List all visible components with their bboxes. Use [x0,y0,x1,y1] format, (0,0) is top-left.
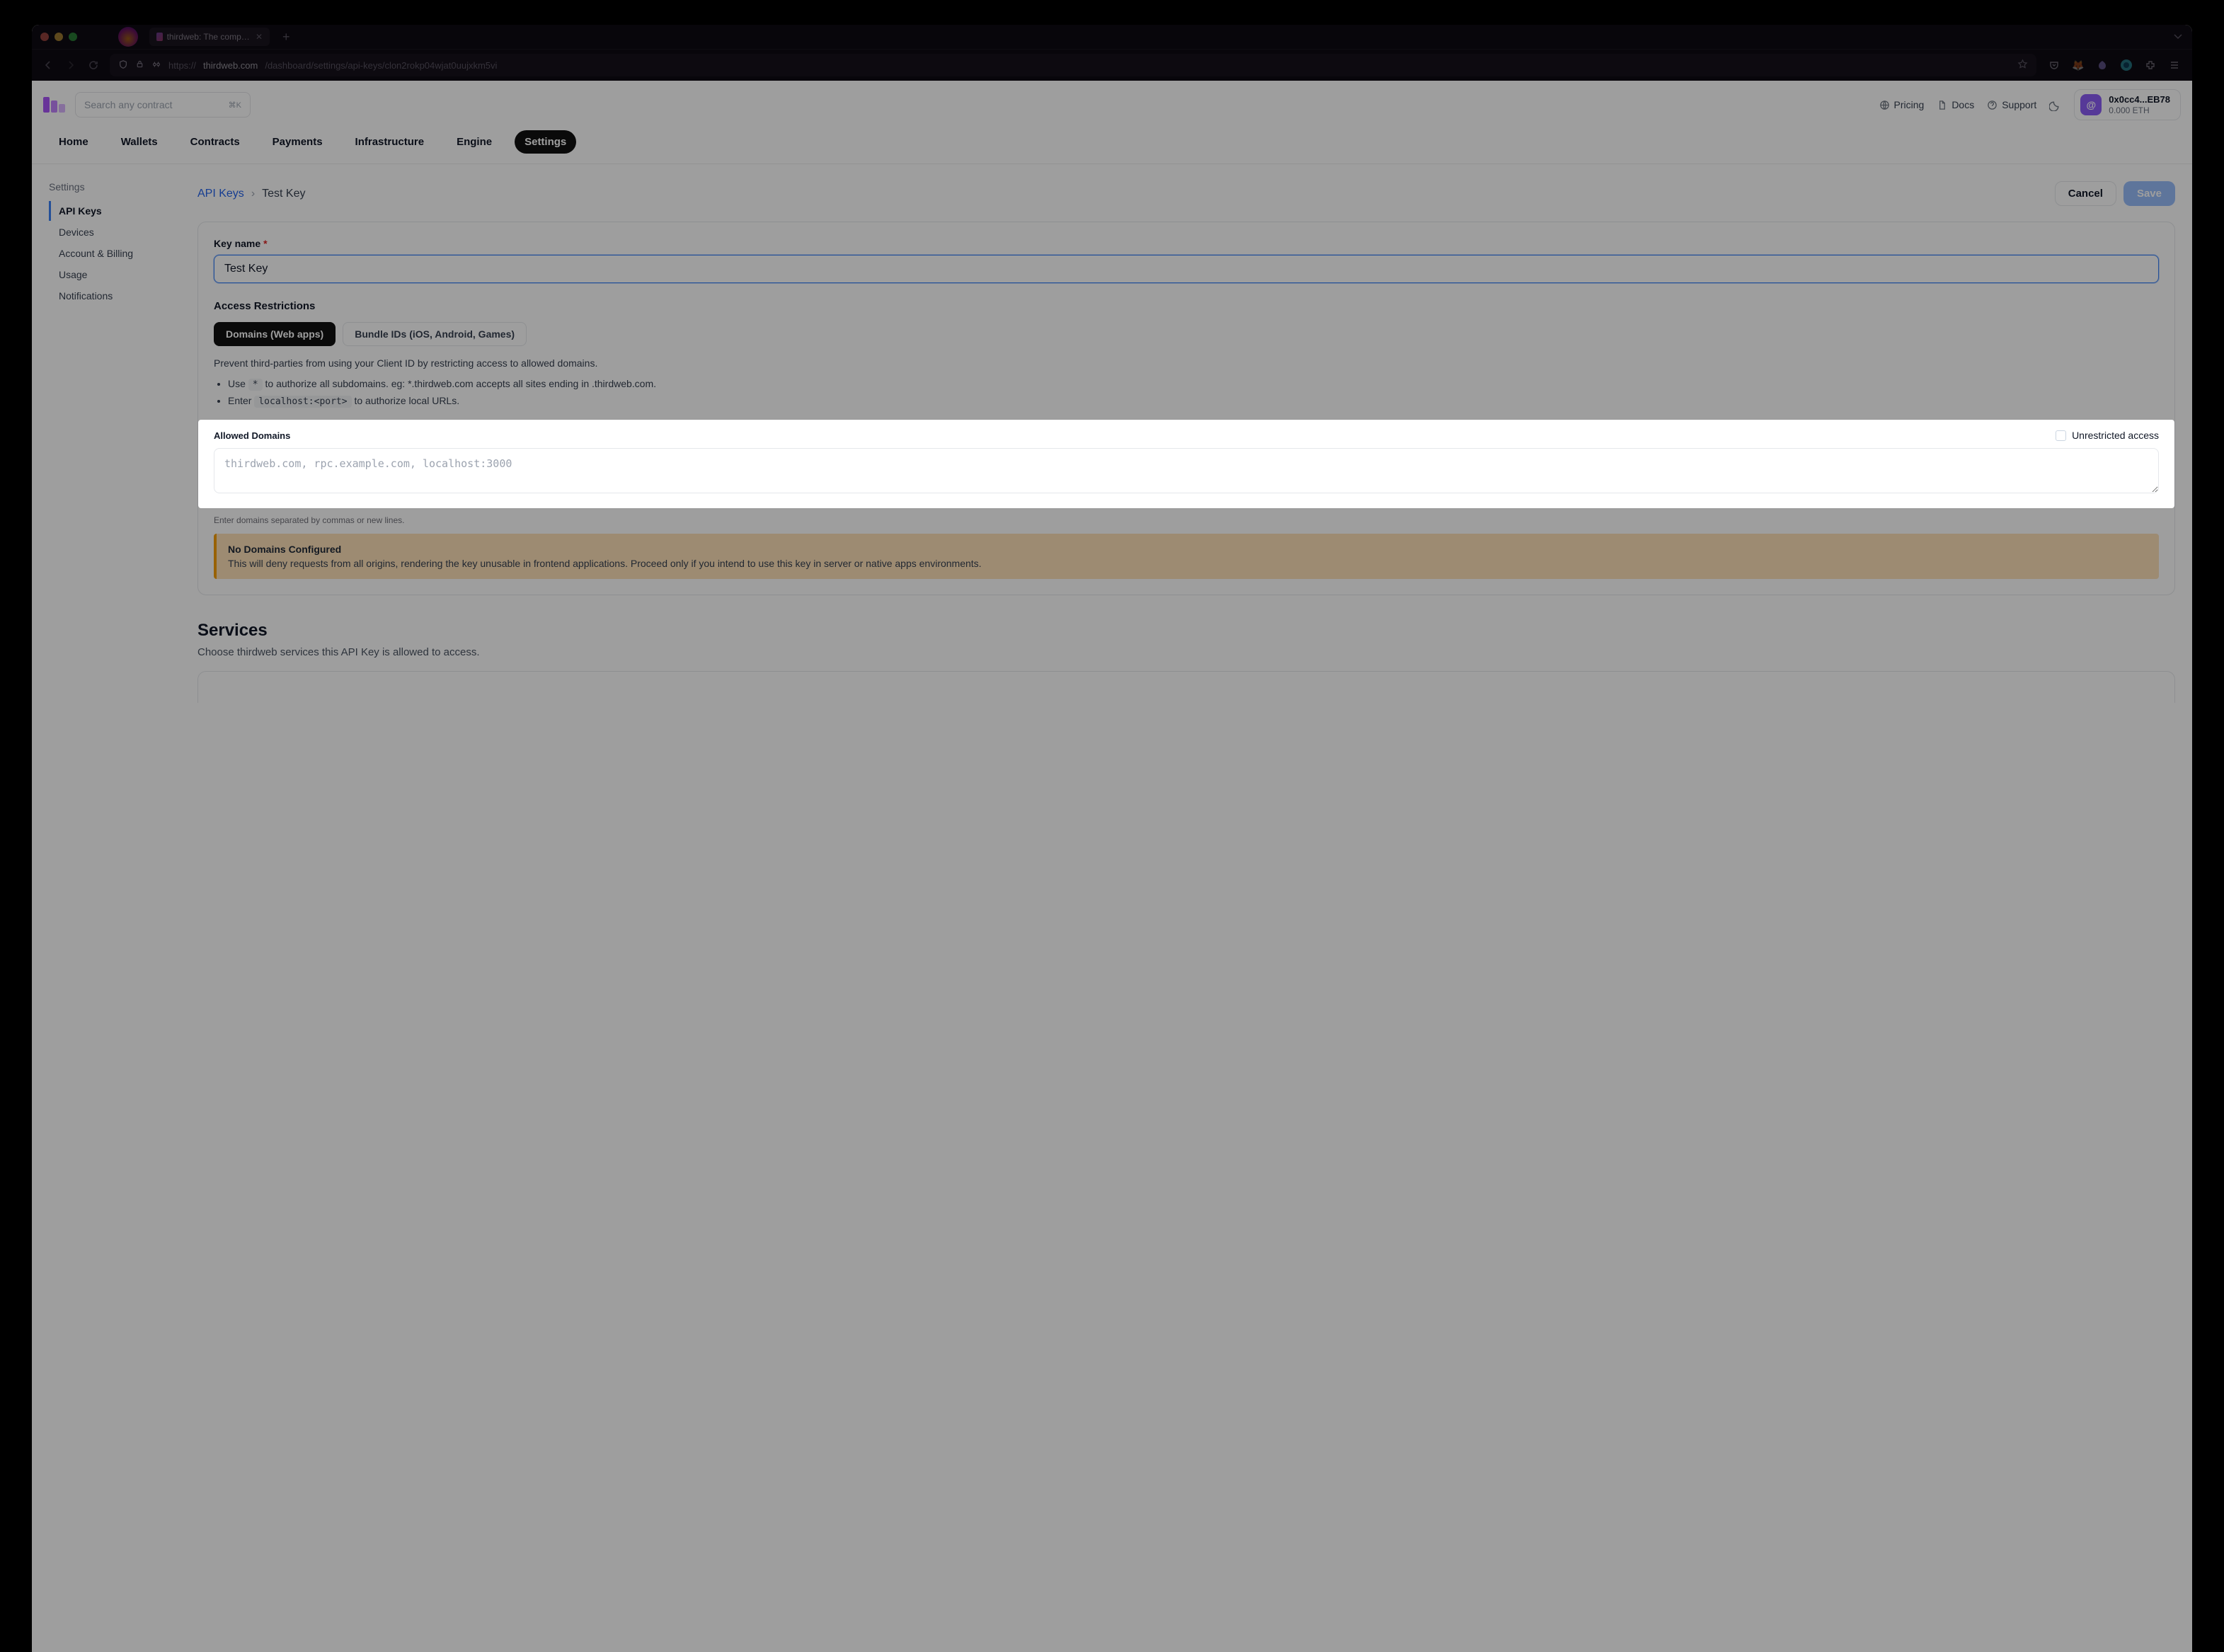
sidebar-item-notifications[interactable]: Notifications [49,286,166,306]
search-shortcut: ⌘K [229,101,241,110]
wallet-button[interactable]: @ 0x0cc4...EB78 0.000 ETH [2074,89,2181,120]
breadcrumb: API Keys › Test Key [197,188,306,200]
extension-icon-2[interactable] [2094,57,2110,73]
services-subtitle: Choose thirdweb services this API Key is… [197,646,2175,658]
hamburger-menu-icon[interactable] [2167,57,2182,73]
sidebar-item-account-billing[interactable]: Account & Billing [49,243,166,263]
tab-domains[interactable]: Domains (Web apps) [214,322,336,346]
browser-toolbar: https:// thirdweb.com/dashboard/settings/… [32,50,2192,81]
nav-engine[interactable]: Engine [447,130,502,154]
extension-icon-3[interactable] [2119,57,2134,73]
nav-infrastructure[interactable]: Infrastructure [345,130,435,154]
minimize-window-icon[interactable] [55,33,63,41]
globe-icon [1879,100,1890,110]
close-window-icon[interactable] [40,33,49,41]
primary-nav: Home Wallets Contracts Payments Infrastr… [32,126,2192,164]
access-restrictions-title: Access Restrictions [214,300,2159,312]
browser-tab[interactable]: thirdweb: The complete web3 d ✕ [149,28,270,46]
help-bullet-1: Use * to authorize all subdomains. eg: *… [228,376,2159,393]
lock-icon[interactable] [135,59,144,71]
pocket-icon[interactable] [2046,57,2062,73]
cancel-button[interactable]: Cancel [2055,181,2116,206]
close-tab-icon[interactable]: ✕ [256,32,263,42]
help-icon [1987,100,1997,110]
nav-wallets[interactable]: Wallets [111,130,168,154]
tabs-overflow-icon[interactable] [2172,30,2184,44]
search-placeholder: Search any contract [84,99,173,110]
firefox-icon [118,27,138,47]
search-input[interactable]: Search any contract ⌘K [75,92,251,117]
maximize-window-icon[interactable] [69,33,77,41]
window-controls [40,33,77,41]
wallet-address: 0x0cc4...EB78 [2109,94,2170,105]
warning-body: This will deny requests from all origins… [228,558,2148,569]
new-tab-button[interactable]: + [275,30,297,45]
sidebar-item-usage[interactable]: Usage [49,265,166,285]
extensions-icon[interactable] [2143,57,2158,73]
allowed-domains-hint: Enter domains separated by commas or new… [214,515,2159,525]
checkbox-icon[interactable] [2056,430,2066,441]
sidebar-item-devices[interactable]: Devices [49,222,166,242]
nav-payments[interactable]: Payments [263,130,333,154]
warning-title: No Domains Configured [228,544,2148,555]
pricing-link[interactable]: Pricing [1879,99,1925,110]
no-domains-warning: No Domains Configured This will deny req… [214,534,2159,579]
moon-icon [2049,99,2061,111]
extension-icon-1[interactable]: 🦊 [2070,57,2086,73]
permissions-icon[interactable] [151,59,161,71]
theme-toggle[interactable] [2049,99,2061,111]
services-card [197,671,2175,703]
access-help: Prevent third-parties from using your Cl… [214,357,2159,369]
bookmark-star-icon[interactable] [2017,59,2028,71]
nav-home[interactable]: Home [49,130,98,154]
tab-bundle-ids[interactable]: Bundle IDs (iOS, Android, Games) [343,322,527,346]
back-icon[interactable] [42,59,55,71]
support-link[interactable]: Support [1987,99,2036,110]
allowed-domains-textarea[interactable] [214,448,2159,493]
nav-settings[interactable]: Settings [515,130,576,154]
chevron-right-icon: › [251,188,255,200]
tab-title: thirdweb: The complete web3 d [167,32,251,42]
api-key-form-card: Key name* Access Restrictions Domains (W… [197,222,2175,595]
docs-link[interactable]: Docs [1937,99,1974,110]
app-topbar: Search any contract ⌘K Pricing Docs Supp… [32,81,2192,126]
breadcrumb-current: Test Key [262,188,305,200]
key-name-label: Key name* [214,238,2159,249]
reload-icon[interactable] [87,59,100,71]
key-name-input[interactable] [214,255,2159,283]
allowed-domains-label: Allowed Domains [214,430,290,441]
document-icon [1937,100,1947,110]
url-scheme: https:// [168,60,196,71]
save-button[interactable]: Save [2123,181,2175,206]
url-bar[interactable]: https:// thirdweb.com/dashboard/settings/… [110,54,2036,76]
thirdweb-logo[interactable] [43,97,65,113]
wallet-balance: 0.000 ETH [2109,105,2170,115]
breadcrumb-link[interactable]: API Keys [197,188,244,200]
allowed-domains-section: Allowed Domains Unrestricted access [198,420,2174,508]
url-domain: thirdweb.com [203,60,258,71]
unrestricted-access-toggle[interactable]: Unrestricted access [2056,430,2159,441]
help-bullet-2: Enter localhost:<port> to authorize loca… [228,393,2159,410]
sidebar-item-api-keys[interactable]: API Keys [49,201,166,221]
browser-titlebar: thirdweb: The complete web3 d ✕ + [32,25,2192,50]
forward-icon[interactable] [64,59,77,71]
services-heading: Services [197,621,2175,641]
wallet-avatar-icon: @ [2080,94,2102,115]
url-path: /dashboard/settings/api-keys/clon2rokp04… [265,60,497,71]
nav-contracts[interactable]: Contracts [180,130,250,154]
settings-sidebar: Settings API Keys Devices Account & Bill… [32,164,166,731]
sidebar-heading: Settings [49,181,166,193]
shield-icon[interactable] [118,59,128,71]
tab-favicon [156,33,163,41]
